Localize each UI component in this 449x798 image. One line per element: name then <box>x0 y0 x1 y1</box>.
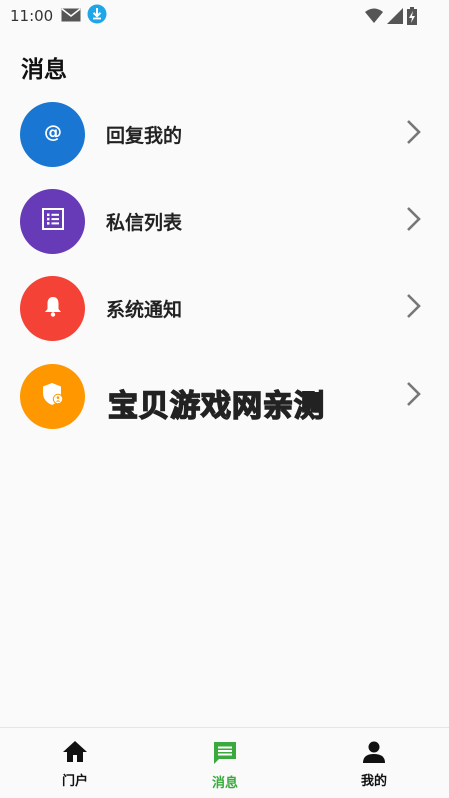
status-right-icons <box>365 7 417 29</box>
tab-messages[interactable]: 消息 <box>150 728 300 798</box>
list-icon <box>41 207 65 235</box>
svg-text:@: @ <box>44 122 62 143</box>
home-icon <box>62 740 88 768</box>
status-time: 11:00 <box>10 7 54 25</box>
avatar-private-messages <box>20 188 85 254</box>
message-icon <box>212 740 238 770</box>
at-sign-icon: @ <box>41 120 65 148</box>
status-left-icons <box>61 4 107 28</box>
list-item-label: 系统通知 <box>106 298 183 321</box>
wifi-icon <box>365 8 383 28</box>
chevron-right-icon <box>403 292 423 324</box>
mail-icon <box>61 7 81 26</box>
avatar-system-notice <box>20 275 85 341</box>
list-item-label: 回复我的 <box>106 124 183 147</box>
list-item-label: 私信列表 <box>106 211 183 234</box>
battery-charging-icon <box>407 7 417 29</box>
shield-user-icon <box>40 381 66 411</box>
list-item-reply-me[interactable]: @ 回复我的 <box>0 94 449 174</box>
tab-label: 门户 <box>61 774 88 789</box>
chevron-right-icon <box>403 118 423 150</box>
tab-portal[interactable]: 门户 <box>0 728 150 798</box>
status-bar: 11:00 <box>0 0 449 32</box>
list-item-system-notice[interactable]: 系统通知 <box>0 268 449 348</box>
list-item-private-messages[interactable]: 私信列表 <box>0 181 449 261</box>
chevron-right-icon <box>403 380 423 412</box>
download-icon <box>87 4 107 28</box>
bottom-tab-bar: 门户 消息 我的 <box>0 727 449 798</box>
avatar-account <box>20 363 85 429</box>
person-icon <box>361 740 387 768</box>
signal-icon <box>387 8 403 28</box>
chevron-right-icon <box>403 205 423 237</box>
tab-mine[interactable]: 我的 <box>299 728 449 798</box>
page-title: 消息 <box>21 57 67 83</box>
bell-icon <box>41 294 65 322</box>
avatar-reply-me: @ <box>20 101 85 167</box>
watermark-overlay: 宝贝游戏网亲测 <box>107 388 325 425</box>
tab-label: 我的 <box>360 774 387 789</box>
tab-label: 消息 <box>211 776 238 791</box>
